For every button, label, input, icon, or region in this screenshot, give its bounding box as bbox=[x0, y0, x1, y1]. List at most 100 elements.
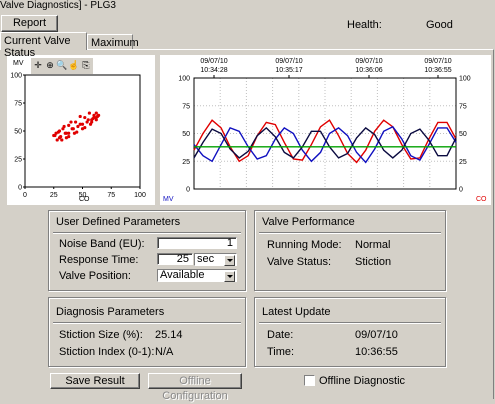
xy-point bbox=[53, 133, 57, 138]
zoom-in-icon[interactable]: 🔍 bbox=[56, 59, 68, 71]
save-result-button[interactable]: Save Result bbox=[50, 373, 140, 389]
copy-icon[interactable]: ⎘ bbox=[80, 59, 92, 71]
time-value: 10:36:55 bbox=[355, 346, 398, 358]
xy-point bbox=[94, 118, 98, 122]
crosshair-icon[interactable]: ✛ bbox=[32, 59, 44, 71]
trend-xtick-time: 10:34:28 bbox=[200, 67, 227, 74]
tab-maximum[interactable]: Maximum bbox=[87, 34, 139, 49]
xy-point bbox=[55, 138, 59, 142]
xy-point bbox=[78, 114, 82, 119]
user-params-separator bbox=[53, 232, 241, 234]
valve-position-label: Valve Position: bbox=[59, 270, 131, 282]
zoom-region-icon[interactable]: ⊕ bbox=[44, 59, 56, 71]
xy-point bbox=[74, 120, 78, 124]
running-mode-value: Normal bbox=[355, 239, 391, 251]
stiction-size-label: Stiction Size (%): bbox=[59, 329, 143, 341]
response-time-field[interactable]: 25 bbox=[157, 253, 193, 265]
user-params-title: User Defined Parameters bbox=[56, 216, 181, 228]
xy-xtick-label: 100 bbox=[134, 192, 146, 199]
trend-left-axis-label: MV bbox=[163, 196, 174, 203]
xy-point bbox=[67, 131, 71, 135]
diagnosis-params-separator bbox=[53, 322, 241, 324]
trend-right-ytick-label: 75 bbox=[459, 103, 467, 110]
xy-ylabel: MV bbox=[13, 60, 24, 67]
trend-right-ytick-label: 0 bbox=[459, 187, 463, 194]
report-button[interactable]: Report bbox=[1, 15, 58, 32]
valve-performance-separator bbox=[259, 232, 441, 234]
latest-update-title: Latest Update bbox=[262, 306, 331, 318]
trend-left-ytick-label: 25 bbox=[182, 159, 190, 166]
xy-point bbox=[76, 124, 80, 129]
xy-point bbox=[85, 120, 89, 124]
xy-point bbox=[56, 130, 60, 134]
xy-point bbox=[59, 135, 63, 139]
xy-point bbox=[64, 136, 68, 140]
offline-configuration-button[interactable]: Offline Configuration bbox=[148, 373, 242, 402]
trend-left-ytick-label: 0 bbox=[186, 187, 190, 194]
trend-xtick-date: 09/07/10 bbox=[275, 58, 302, 65]
window-title: Valve Diagnostics] - PLG3 bbox=[0, 0, 116, 11]
trend-right-ytick-label: 100 bbox=[459, 76, 471, 83]
xy-ytick-label: 100 bbox=[10, 73, 22, 80]
trend-right-axis-label: CO bbox=[476, 196, 487, 203]
user-params-group: User Defined Parameters Noise Band (EU):… bbox=[48, 210, 246, 291]
response-unit-select[interactable]: sec bbox=[194, 253, 237, 266]
xy-point bbox=[91, 117, 95, 121]
xy-xtick-label: 25 bbox=[50, 192, 58, 199]
valve-position-select[interactable]: Available bbox=[157, 269, 237, 282]
xy-ytick-label: 50 bbox=[14, 129, 22, 136]
stiction-index-label: Stiction Index (0-1): bbox=[59, 346, 155, 358]
running-mode-label: Running Mode: bbox=[267, 239, 342, 251]
date-label: Date: bbox=[267, 329, 294, 341]
offline-diagnostic-checkbox[interactable] bbox=[304, 375, 315, 386]
noise-band-field[interactable]: 1 bbox=[157, 237, 237, 249]
trend-chart[interactable]: 09/07/10 10:34:28 09/07/10 10:35:17 09/07/10… bbox=[160, 55, 491, 205]
xy-point bbox=[61, 127, 65, 131]
xy-point bbox=[71, 127, 75, 131]
xy-point bbox=[80, 122, 85, 126]
trend-xtick-date: 09/07/10 bbox=[200, 58, 227, 65]
time-label: Time: bbox=[267, 346, 295, 358]
trend-left-ytick-label: 100 bbox=[178, 76, 190, 83]
valve-performance-title: Valve Performance bbox=[262, 216, 355, 228]
date-value: 09/07/10 bbox=[355, 329, 398, 341]
trend-xtick-time: 10:36:06 bbox=[355, 67, 382, 74]
xy-point bbox=[87, 111, 91, 115]
trend-right-ytick-label: 50 bbox=[459, 131, 467, 138]
xy-point bbox=[95, 114, 100, 119]
xy-xtick-label: 50 bbox=[79, 192, 87, 199]
xy-plot[interactable]: MV CO 1007550250 0 25 50 75 100 bbox=[7, 55, 155, 205]
offline-diagnostic-label: Offline Diagnostic bbox=[319, 375, 406, 387]
trend-xtick-date: 09/07/10 bbox=[424, 58, 451, 65]
chevron-down-icon[interactable] bbox=[224, 255, 235, 266]
xy-point bbox=[67, 123, 71, 127]
trend-left-ytick-label: 50 bbox=[182, 131, 190, 138]
latest-update-separator bbox=[259, 322, 441, 324]
xy-point bbox=[80, 127, 85, 131]
pan-hand-icon[interactable]: ☝ bbox=[68, 59, 80, 71]
diagnosis-params-group: Diagnosis Parameters Stiction Size (%): … bbox=[48, 297, 246, 367]
xy-point bbox=[60, 138, 64, 142]
trend-right-ytick-label: 25 bbox=[459, 159, 467, 166]
stiction-size-value: 25.14 bbox=[155, 329, 183, 341]
valve-performance-group: Valve Performance Running Mode: Normal V… bbox=[254, 210, 446, 291]
diagnosis-params-title: Diagnosis Parameters bbox=[56, 306, 165, 318]
xy-ytick-label: 25 bbox=[14, 157, 22, 164]
xy-point bbox=[94, 111, 98, 115]
valve-status-label: Valve Status: bbox=[267, 256, 331, 268]
valve-status-value: Stiction bbox=[355, 256, 392, 268]
trend-xtick-date: 09/07/10 bbox=[355, 58, 382, 65]
noise-band-label: Noise Band (EU): bbox=[59, 238, 145, 250]
xy-ytick-label: 75 bbox=[14, 101, 22, 108]
chevron-down-icon[interactable] bbox=[224, 271, 235, 282]
trend-panel: 09/07/10 10:34:28 09/07/10 10:35:17 09/07/10… bbox=[160, 55, 491, 205]
response-time-label: Response Time: bbox=[59, 254, 139, 266]
trend-left-ytick-label: 75 bbox=[182, 103, 190, 110]
xy-ytick-label: 0 bbox=[18, 185, 22, 192]
xy-point bbox=[72, 131, 77, 135]
tab-current-valve-status[interactable]: Current Valve Status bbox=[0, 32, 87, 59]
health-label: Health: bbox=[347, 19, 382, 31]
trend-xtick-time: 10:36:55 bbox=[424, 67, 451, 74]
xy-xtick-label: 0 bbox=[23, 192, 27, 199]
xy-plot-frame bbox=[24, 74, 141, 188]
